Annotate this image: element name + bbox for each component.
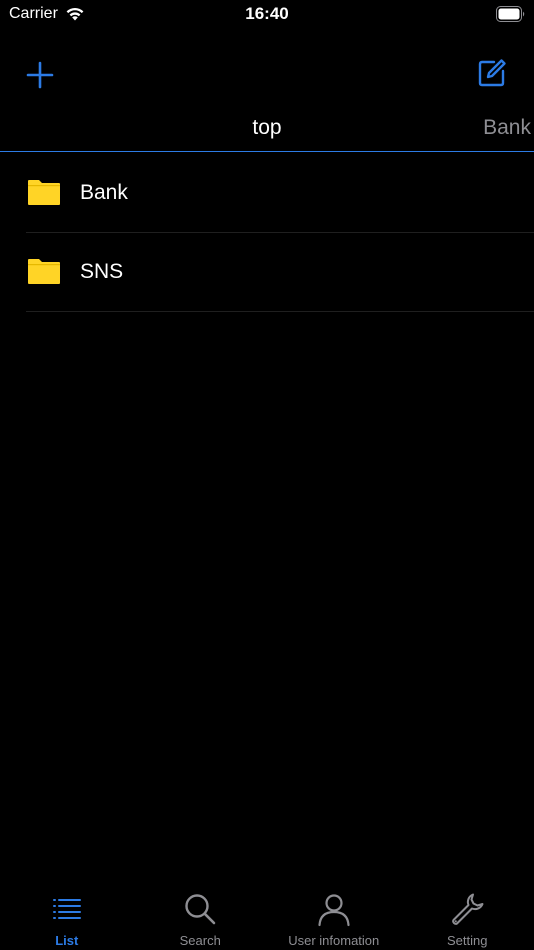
- wrench-icon: [452, 893, 484, 925]
- edit-button[interactable]: [476, 57, 508, 89]
- breadcrumb-next[interactable]: Bank: [483, 116, 531, 140]
- list-item[interactable]: Bank: [26, 154, 534, 233]
- tab-user-information[interactable]: User infomation: [267, 886, 401, 950]
- search-icon: [185, 894, 216, 925]
- tab-search[interactable]: Search: [134, 886, 268, 950]
- navigation-bar: [0, 44, 534, 104]
- person-icon: [318, 894, 350, 927]
- list-icon: [52, 899, 81, 919]
- status-bar: Carrier 16:40: [0, 0, 534, 30]
- plus-icon: [26, 61, 54, 89]
- tab-list[interactable]: List: [0, 886, 134, 950]
- battery-icon: [496, 6, 525, 22]
- folder-list: Bank SNS: [26, 154, 534, 312]
- breadcrumb-current: top: [252, 116, 282, 139]
- folder-icon: [28, 259, 60, 284]
- tab-label: User infomation: [288, 933, 380, 948]
- breadcrumb: top Bank: [0, 108, 534, 152]
- add-button[interactable]: [24, 59, 56, 91]
- status-time: 16:40: [245, 4, 289, 23]
- list-item[interactable]: SNS: [26, 233, 534, 312]
- folder-label: SNS: [80, 260, 124, 283]
- folder-icon: [28, 180, 60, 205]
- folder-label: Bank: [80, 181, 128, 204]
- tab-bar: List Search User infomation Setting: [0, 886, 534, 950]
- tab-label: List: [55, 933, 79, 948]
- tab-label: Search: [179, 933, 221, 948]
- tab-label: Setting: [447, 933, 488, 948]
- tab-setting[interactable]: Setting: [401, 886, 534, 950]
- compose-icon: [478, 59, 506, 87]
